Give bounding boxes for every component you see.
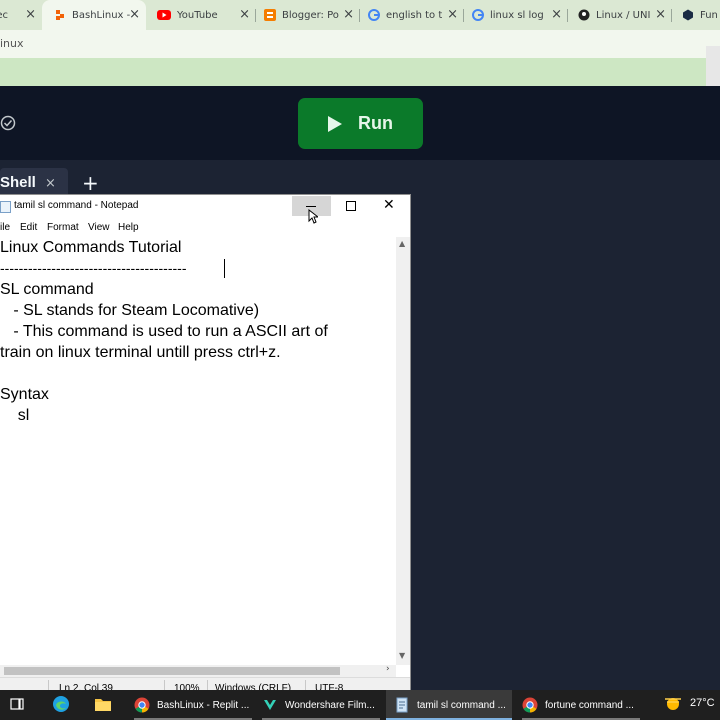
taskbar-label: fortune command ... xyxy=(545,699,634,711)
tab-title: Blogger: Po xyxy=(282,9,339,21)
notepad-icon xyxy=(394,697,410,713)
weather-sun-icon[interactable] xyxy=(662,694,684,710)
address-text[interactable]: inux xyxy=(0,37,24,50)
taskbar: BashLinux - Replit ... Wondershare Film.… xyxy=(0,690,720,720)
taskbar-label: Wondershare Film... xyxy=(285,699,375,711)
tab-title: YouTube xyxy=(177,9,218,21)
scroll-down-icon[interactable]: ▼ xyxy=(399,651,405,660)
browser-tab-bashlinux[interactable]: BashLinux - × xyxy=(42,0,146,30)
close-icon[interactable]: × xyxy=(129,7,140,22)
close-icon[interactable]: × xyxy=(45,176,56,191)
taskbar-item-notepad[interactable]: tamil sl command ... xyxy=(386,690,512,720)
add-tab-button[interactable]: + xyxy=(82,171,99,195)
window-title: tamil sl command - Notepad xyxy=(14,200,139,211)
close-icon[interactable]: × xyxy=(239,7,250,22)
text-line: Linux Commands Tutorial xyxy=(0,239,182,256)
youtube-icon xyxy=(157,9,171,21)
task-view-button[interactable] xyxy=(10,690,32,720)
text-line: SL command xyxy=(0,281,94,298)
text-line: - This command is used to run a ASCII ar… xyxy=(0,323,328,340)
close-icon[interactable]: × xyxy=(25,7,36,22)
blogger-icon xyxy=(264,9,276,21)
tab-title: BashLinux - xyxy=(72,9,131,21)
edge-button[interactable] xyxy=(52,690,74,720)
browser-tab-blogger[interactable]: Blogger: Po × xyxy=(256,0,358,30)
page-scrollbar[interactable] xyxy=(706,46,720,86)
browser-tab-youtube[interactable]: YouTube × xyxy=(148,0,254,30)
tab-title: Tec xyxy=(0,9,9,21)
menu-help[interactable]: Help xyxy=(118,222,139,233)
run-button[interactable]: Run xyxy=(298,98,423,149)
browser-tab-fun[interactable]: Fun xyxy=(672,0,720,30)
vertical-scrollbar[interactable] xyxy=(396,237,410,665)
notepad-app-icon xyxy=(0,201,11,213)
horizontal-scroll-thumb[interactable] xyxy=(4,667,340,675)
taskbar-item-wondershare[interactable]: Wondershare Film... xyxy=(262,690,380,720)
site-icon xyxy=(578,9,590,21)
taskbar-label: BashLinux - Replit ... xyxy=(157,699,250,711)
edge-icon xyxy=(52,695,70,716)
browser-tab-linux-sl[interactable]: linux sl log × xyxy=(464,0,566,30)
close-icon[interactable]: × xyxy=(343,7,354,22)
text-editor[interactable]: Linux Commands Tutorial ----------------… xyxy=(0,237,396,665)
shell-tab-label: Shell xyxy=(0,174,36,191)
menu-file[interactable]: ile xyxy=(0,222,10,233)
temperature[interactable]: 27°C xyxy=(690,697,715,709)
scroll-right-icon[interactable]: › xyxy=(386,664,390,674)
minimize-icon xyxy=(306,206,316,207)
chrome-icon xyxy=(522,697,538,713)
play-icon xyxy=(328,115,342,132)
bookmark-bar xyxy=(0,58,720,86)
menu-view[interactable]: View xyxy=(88,222,110,233)
close-icon[interactable]: × xyxy=(551,7,562,22)
browser-tab-english[interactable]: english to t × xyxy=(360,0,462,30)
close-icon[interactable]: × xyxy=(447,7,458,22)
text-line: train on linux terminal untill press ctr… xyxy=(0,344,281,361)
menu-format[interactable]: Format xyxy=(47,222,79,233)
scroll-up-icon[interactable]: ▲ xyxy=(399,239,405,248)
filmora-icon xyxy=(262,697,278,713)
tab-title: english to t xyxy=(386,9,443,21)
file-explorer-button[interactable] xyxy=(94,690,116,720)
check-circle-icon xyxy=(0,115,16,131)
tab-title: Linux / UNI xyxy=(596,9,650,21)
text-caret xyxy=(224,259,225,278)
google-icon xyxy=(368,9,380,21)
site-icon xyxy=(682,9,694,21)
close-button[interactable]: ✕ xyxy=(383,197,395,213)
taskbar-label: tamil sl command ... xyxy=(417,699,506,711)
google-icon xyxy=(472,9,484,21)
browser-tab-strip: Tec × BashLinux - × YouTube × Blogger: P… xyxy=(0,0,720,30)
taskbar-item-fortune[interactable]: fortune command ... xyxy=(522,690,640,720)
maximize-button[interactable] xyxy=(346,201,356,211)
run-label: Run xyxy=(358,113,393,133)
text-line: sl xyxy=(0,407,30,424)
chrome-icon xyxy=(134,697,150,713)
file-explorer-icon xyxy=(94,696,112,715)
taskbar-item-bashlinux[interactable]: BashLinux - Replit ... xyxy=(134,690,252,720)
tab-title: linux sl log xyxy=(490,9,544,21)
task-view-icon xyxy=(10,697,24,714)
browser-tab-linux-unix[interactable]: Linux / UNI × xyxy=(568,0,670,30)
text-line: ---------------------------------------- xyxy=(0,260,187,276)
tab-title: Fun xyxy=(700,9,718,21)
menu-edit[interactable]: Edit xyxy=(20,222,37,233)
address-bar[interactable] xyxy=(0,30,720,58)
notepad-window: tamil sl command - Notepad ✕ ile Edit Fo… xyxy=(0,194,411,698)
text-line: - SL stands for Steam Locomative) xyxy=(0,302,260,319)
replit-icon xyxy=(54,9,66,21)
menu-bar: ile Edit Format View Help xyxy=(0,219,410,237)
browser-tab-tec[interactable]: Tec × xyxy=(0,0,40,30)
text-line: Syntax xyxy=(0,386,49,403)
close-icon[interactable]: × xyxy=(655,7,666,22)
